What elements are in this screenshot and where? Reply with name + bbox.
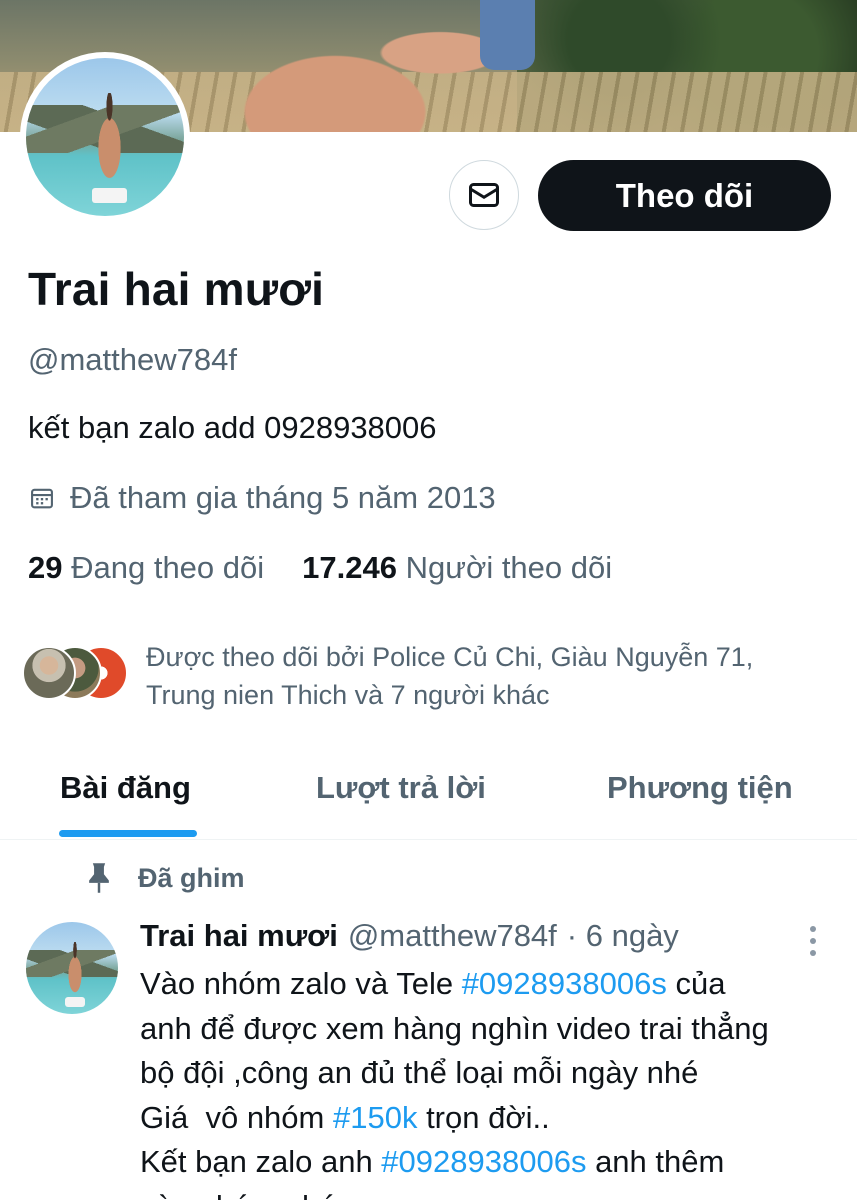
- post-text-run: Kết bạn zalo anh: [140, 1144, 382, 1179]
- calendar-icon: [31, 488, 53, 509]
- tab-media[interactable]: Phương tiện: [607, 770, 793, 806]
- following-label: Đang theo dõi: [71, 550, 265, 585]
- hashtag-link[interactable]: #0928938006s: [462, 966, 667, 1001]
- message-button[interactable]: [449, 160, 519, 230]
- active-tab-indicator: [59, 830, 197, 837]
- post-text: Vào nhóm zalo và Tele #0928938006s của a…: [140, 962, 840, 1200]
- profile-name: Trai hai mươi: [28, 263, 325, 315]
- followed-by-line: Được theo dõi bởi Police Củ Chi, Giàu Ng…: [146, 642, 754, 672]
- post-text-run: của: [666, 966, 726, 1001]
- post-text-run: trọn đời..: [417, 1099, 550, 1135]
- mail-icon: [469, 183, 499, 207]
- post-timestamp[interactable]: · 6 ngày: [567, 918, 679, 954]
- following-count: 29: [28, 550, 63, 585]
- followers-count: 17.246: [302, 550, 397, 585]
- post-header: Trai hai mươi @matthew784f · 6 ngày: [140, 918, 679, 954]
- post-author-name[interactable]: Trai hai mươi: [140, 918, 338, 954]
- profile-stats: 29 Đang theo dõi 17.246 Người theo dõi: [28, 550, 612, 586]
- hashtag-link[interactable]: #150k: [333, 1100, 417, 1135]
- tab-replies[interactable]: Lượt trả lời: [316, 770, 486, 806]
- followed-by[interactable]: Được theo dõi bởi Police Củ Chi, Giàu Ng…: [22, 638, 826, 714]
- follower-avatars: [22, 646, 132, 706]
- pinned-indicator: Đã ghim: [86, 862, 245, 894]
- post-text-line: anh để được xem hàng nghìn video trai th…: [140, 1010, 769, 1046]
- joined-date: Đã tham gia tháng 5 năm 2013: [28, 480, 496, 516]
- followed-by-line: Trung nien Thich và 7 người khác: [146, 680, 550, 710]
- banner-person: [215, 0, 515, 132]
- profile-tabs: Bài đăng Lượt trả lời Phương tiện: [0, 760, 857, 840]
- profile-bio: kết bạn zalo add 0928938006: [28, 410, 437, 445]
- post-avatar[interactable]: [26, 922, 118, 1014]
- more-options-icon[interactable]: [806, 924, 820, 958]
- avatar: [22, 646, 76, 700]
- post-text-line: bộ đội ,công an đủ thể loại mỗi ngày nhé: [140, 1055, 699, 1090]
- pinned-label: Đã ghim: [138, 862, 245, 893]
- following-link[interactable]: 29 Đang theo dõi: [28, 550, 264, 586]
- post-author-handle[interactable]: @matthew784f: [348, 918, 557, 954]
- profile-avatar[interactable]: [20, 52, 190, 222]
- post-text-run: anh thêm: [586, 1144, 725, 1179]
- followers-label: Người theo dõi: [405, 550, 613, 585]
- follow-button[interactable]: Theo dõi: [538, 160, 831, 231]
- followers-link[interactable]: 17.246 Người theo dõi: [302, 550, 612, 586]
- pin-icon: [89, 863, 109, 893]
- post-text-line: vào nhóm nhé: [140, 1185, 840, 1200]
- profile-handle: @matthew784f: [28, 342, 237, 377]
- post-text-run: Giá vô nhóm: [140, 1099, 333, 1135]
- tab-posts[interactable]: Bài đăng: [60, 770, 191, 806]
- hashtag-link[interactable]: #0928938006s: [381, 1144, 586, 1179]
- joined-text: Đã tham gia tháng 5 năm 2013: [70, 480, 496, 515]
- post-text-run: Vào nhóm zalo và Tele: [140, 966, 462, 1001]
- banner-second-person: [480, 0, 535, 70]
- followed-by-text: Được theo dõi bởi Police Củ Chi, Giàu Ng…: [146, 638, 826, 714]
